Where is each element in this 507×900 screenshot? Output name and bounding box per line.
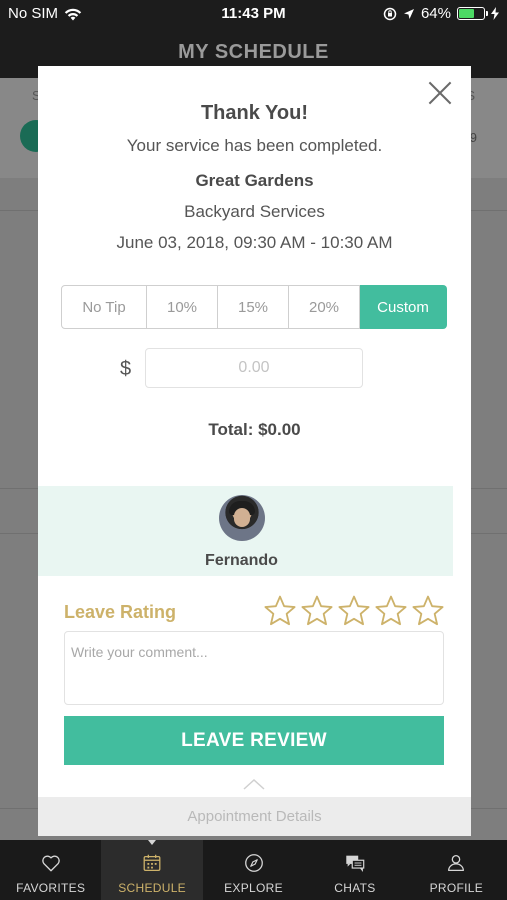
tab-label: SCHEDULE bbox=[118, 881, 186, 895]
tip-option-10[interactable]: 10% bbox=[147, 285, 218, 329]
tip-option-no-tip[interactable]: No Tip bbox=[61, 285, 147, 329]
tip-option-20[interactable]: 20% bbox=[289, 285, 360, 329]
appointment-details-toggle[interactable]: Appointment Details bbox=[38, 797, 471, 836]
compass-icon bbox=[244, 854, 263, 872]
tab-bar: FAVORITES SCHEDULE EXPLORE CHATS PROFILE bbox=[0, 840, 507, 900]
leave-review-button[interactable]: LEAVE REVIEW bbox=[64, 716, 444, 765]
tab-explore[interactable]: EXPLORE bbox=[203, 840, 304, 900]
charging-bolt-icon bbox=[491, 7, 499, 20]
company-name: Great Gardens bbox=[195, 171, 314, 190]
tab-label: PROFILE bbox=[429, 881, 484, 895]
avatar bbox=[219, 495, 265, 541]
comment-field[interactable] bbox=[64, 631, 444, 705]
battery-percent: 64% bbox=[420, 5, 451, 22]
status-bar: No SIM 11:43 PM 64% bbox=[0, 0, 507, 28]
star-rating bbox=[263, 594, 445, 628]
person-icon bbox=[448, 855, 465, 871]
tab-label: FAVORITES bbox=[16, 881, 86, 895]
rating-label: Leave Rating bbox=[64, 602, 177, 622]
chat-icon bbox=[346, 855, 365, 873]
tab-label: EXPLORE bbox=[224, 881, 283, 895]
provider-section: Fernando bbox=[38, 486, 453, 576]
appointment-datetime: June 03, 2018, 09:30 AM - 10:30 AM bbox=[116, 233, 393, 252]
tab-favorites[interactable]: FAVORITES bbox=[0, 840, 101, 900]
active-indicator-caret bbox=[148, 840, 157, 845]
tip-option-15[interactable]: 15% bbox=[218, 285, 289, 329]
provider-name: Fernando bbox=[205, 552, 278, 569]
status-right: 64% bbox=[383, 5, 499, 22]
heart-icon bbox=[41, 855, 60, 872]
service-name: Backyard Services bbox=[184, 202, 325, 221]
location-arrow-icon bbox=[403, 8, 414, 19]
battery-fill bbox=[459, 9, 475, 18]
star-icon-3[interactable] bbox=[337, 594, 371, 628]
tab-schedule[interactable]: SCHEDULE bbox=[101, 840, 203, 900]
total-amount: Total: $0.00 bbox=[208, 420, 301, 439]
tip-option-custom[interactable]: Custom bbox=[360, 285, 447, 329]
tab-profile[interactable]: PROFILE bbox=[406, 840, 507, 900]
rotation-lock-icon bbox=[383, 7, 397, 20]
chevron-up-icon[interactable] bbox=[243, 777, 265, 791]
tip-selector: No Tip 10% 15% 20% Custom bbox=[61, 285, 447, 329]
tip-amount-input[interactable] bbox=[145, 348, 363, 388]
avatar-face bbox=[234, 508, 250, 527]
star-icon-1[interactable] bbox=[263, 594, 297, 628]
star-icon-2[interactable] bbox=[300, 594, 334, 628]
calendar-icon bbox=[143, 854, 161, 871]
star-icon-5[interactable] bbox=[411, 594, 445, 628]
modal-title: Thank You! bbox=[200, 102, 309, 124]
review-modal: Thank You! Your service has been complet… bbox=[38, 66, 471, 836]
tab-chats[interactable]: CHATS bbox=[304, 840, 405, 900]
currency-symbol: $ bbox=[120, 358, 132, 380]
tab-label: CHATS bbox=[334, 881, 376, 895]
star-icon-4[interactable] bbox=[374, 594, 408, 628]
completion-message: Your service has been completed. bbox=[126, 136, 383, 155]
battery-icon bbox=[457, 7, 488, 20]
